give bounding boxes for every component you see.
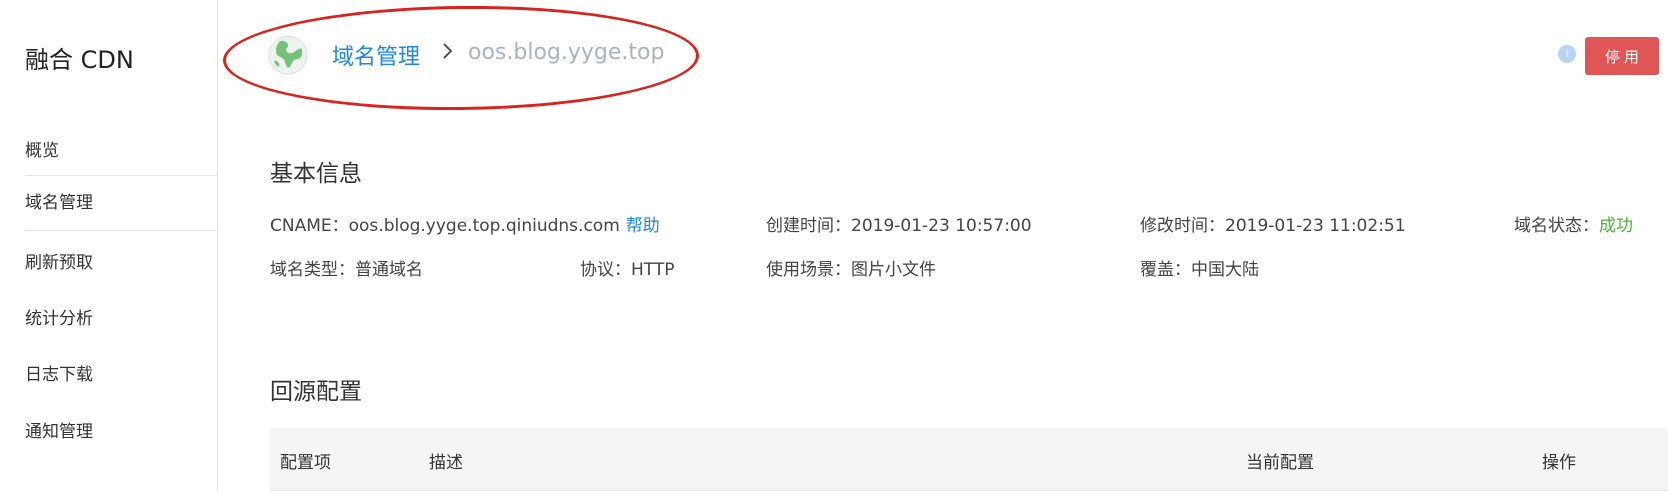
scenario-label: 使用场景： (766, 260, 851, 280)
coverage-label: 覆盖： (1140, 260, 1191, 280)
chevron-right-icon (443, 43, 453, 59)
basic-info-title: 基本信息 (270, 161, 362, 187)
app-title: 融合 CDN (25, 46, 134, 74)
help-link[interactable]: 帮助 (626, 216, 660, 236)
modified-value: 2019-01-23 11:02:51 (1225, 216, 1406, 236)
modified-label: 修改时间： (1140, 216, 1225, 236)
status-label: 域名状态： (1514, 216, 1599, 236)
modified-time-row: 修改时间：2019-01-23 11:02:51 (1140, 211, 1406, 236)
breadcrumb-current: oos.blog.yyge.top (468, 40, 665, 65)
cname-row: CNAME：oos.blog.yyge.top.qiniudns.com 帮助 (270, 211, 660, 236)
column-header-config-item: 配置项 (280, 453, 331, 473)
sidebar-item-label: 域名管理 (25, 193, 93, 213)
domain-status-row: 域名状态：成功 (1514, 211, 1633, 236)
protocol-label: 协议： (580, 260, 631, 280)
column-header-actions: 操作 (1542, 453, 1576, 473)
column-header-current-config: 当前配置 (1246, 453, 1314, 473)
column-header-description: 描述 (429, 453, 463, 473)
cname-value: oos.blog.yyge.top.qiniudns.com (348, 216, 620, 236)
sidebar: 融合 CDN 概览 域名管理 刷新预取 统计分析 日志下载 通知管理 (0, 0, 218, 492)
coverage-row: 覆盖：中国大陆 (1140, 255, 1259, 280)
sidebar-item-refresh-prefetch[interactable]: 刷新预取 (25, 248, 217, 273)
created-value: 2019-01-23 10:57:00 (851, 216, 1032, 236)
origin-table-header: 配置项 描述 当前配置 操作 (270, 428, 1668, 491)
scenario-value: 图片小文件 (851, 260, 936, 280)
origin-config-title: 回源配置 (270, 379, 362, 405)
created-label: 创建时间： (766, 216, 851, 236)
type-label: 域名类型： (270, 260, 355, 280)
globe-icon (268, 35, 308, 75)
sidebar-item-notifications[interactable]: 通知管理 (25, 417, 217, 442)
scenario-row: 使用场景：图片小文件 (766, 255, 936, 280)
type-value: 普通域名 (355, 260, 423, 280)
created-time-row: 创建时间：2019-01-23 10:57:00 (766, 211, 1032, 236)
coverage-value: 中国大陆 (1191, 260, 1259, 280)
domain-type-row: 域名类型：普通域名 (270, 255, 423, 280)
protocol-row: 协议：HTTP (580, 255, 675, 280)
info-icon[interactable]: i (1558, 45, 1576, 63)
status-value: 成功 (1599, 216, 1633, 236)
sidebar-item-statistics[interactable]: 统计分析 (25, 304, 217, 329)
protocol-value: HTTP (631, 260, 675, 280)
sidebar-item-overview[interactable]: 概览 (25, 136, 217, 161)
sidebar-item-domain-management[interactable]: 域名管理 (25, 175, 217, 231)
breadcrumb-parent-link[interactable]: 域名管理 (332, 39, 420, 71)
disable-button[interactable]: 停用 (1585, 37, 1659, 75)
sidebar-item-log-download[interactable]: 日志下载 (25, 360, 217, 385)
cname-label: CNAME： (270, 216, 349, 236)
main-content: 域名管理 oos.blog.yyge.top i 停用 基本信息 CNAME：o… (218, 0, 1668, 492)
